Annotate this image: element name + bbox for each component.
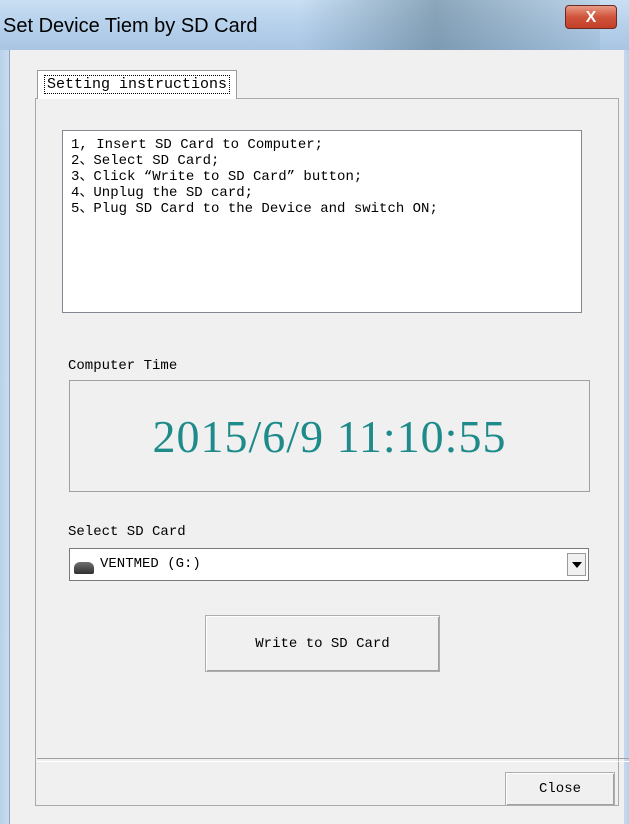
sd-card-selected-value: VENTMED (G:) <box>100 556 201 572</box>
instruction-line: 3、Click “Write to SD Card” button; <box>71 169 363 185</box>
select-sd-card-label: Select SD Card <box>68 524 186 540</box>
title-bar-glass <box>300 0 600 50</box>
write-to-sd-card-button[interactable]: Write to SD Card <box>205 615 440 672</box>
chevron-down-icon <box>571 561 582 568</box>
dropdown-arrow-button[interactable] <box>567 553 586 576</box>
window-title: Set Device Tiem by SD Card <box>3 15 258 37</box>
computer-time-display: 2015/6/9 11:10:55 <box>69 380 590 492</box>
computer-time-label: Computer Time <box>68 358 178 374</box>
window-frame-left <box>0 50 9 824</box>
sd-card-select[interactable]: VENTMED (G:) <box>69 548 589 581</box>
title-bar: Set Device Tiem by SD Card X <box>0 0 629 50</box>
instruction-line: 2、Select SD Card; <box>71 153 220 169</box>
divider <box>37 758 629 762</box>
computer-time-value: 2015/6/9 11:10:55 <box>152 410 507 462</box>
drive-icon <box>74 562 94 574</box>
tab-setting-instructions[interactable]: Setting instructions <box>37 70 238 99</box>
instruction-line: 4、Unplug the SD card; <box>71 185 254 201</box>
window-close-button[interactable]: X <box>565 5 617 29</box>
instruction-line: 1, Insert SD Card to Computer; <box>71 137 324 153</box>
instruction-line: 5、Plug SD Card to the Device and switch … <box>71 201 438 217</box>
close-button[interactable]: Close <box>505 772 615 806</box>
instructions-textbox[interactable]: 1, Insert SD Card to Computer; 2、Select … <box>62 130 582 313</box>
tab-label: Setting instructions <box>44 75 231 94</box>
